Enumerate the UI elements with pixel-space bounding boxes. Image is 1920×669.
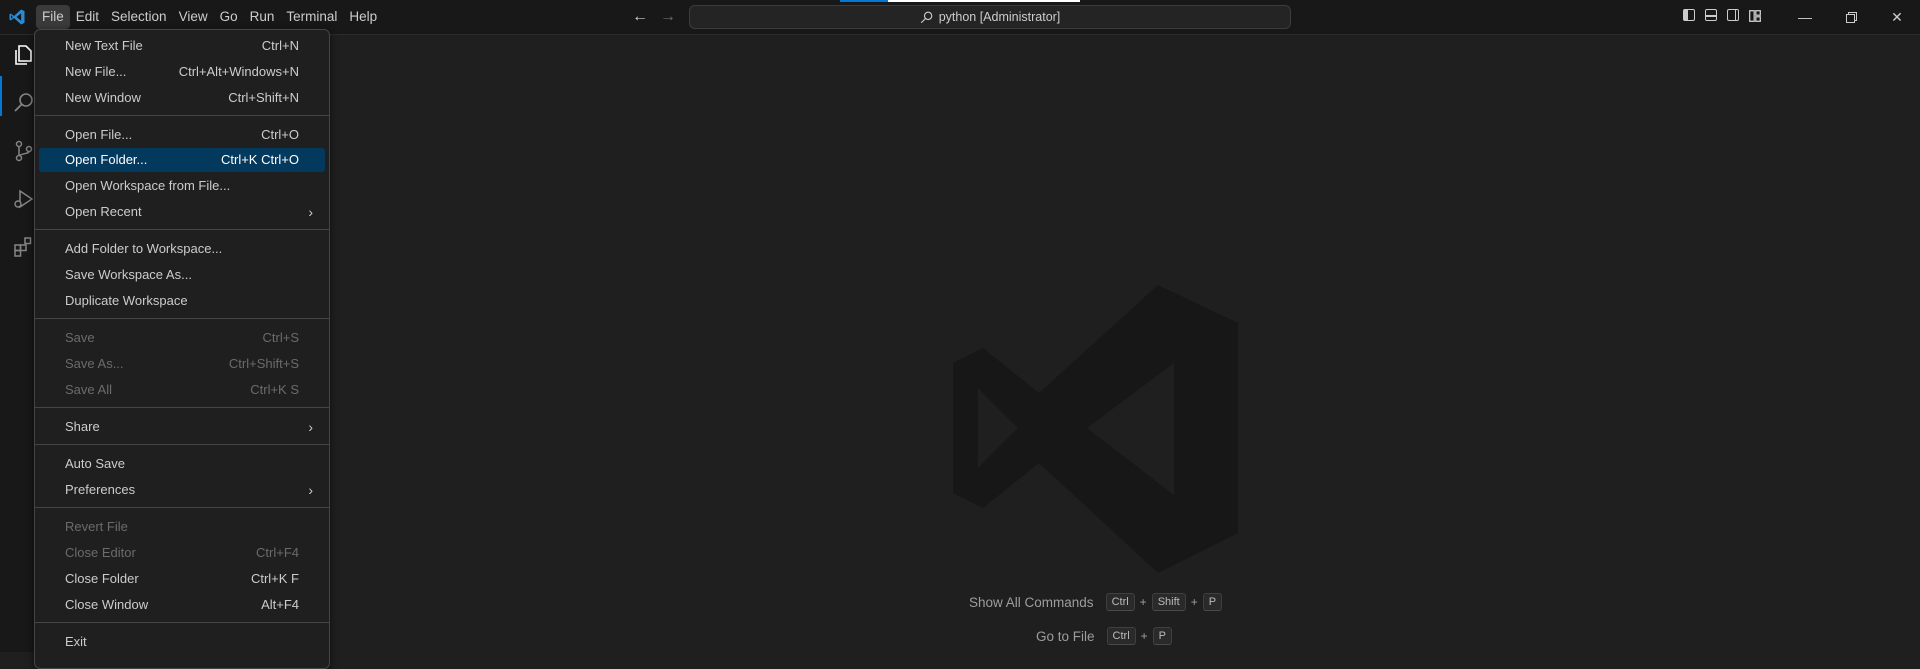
menu-item-duplicate-workspace[interactable]: Duplicate Workspace [39,289,325,313]
title-accent-stripe [840,0,888,2]
extensions-icon[interactable] [12,235,36,259]
vscode-logo-icon [9,9,25,25]
menu-go[interactable]: Go [214,5,244,29]
menu-help[interactable]: Help [343,5,383,29]
run-debug-icon[interactable] [12,187,36,211]
menu-bar: File Edit Selection View Go Run Terminal… [36,5,383,29]
menu-item-open-file[interactable]: Open File... Ctrl+O [39,123,325,147]
show-all-commands-hint: Show All Commands Ctrl + Shift + P [969,593,1223,611]
menu-item-close-folder[interactable]: Close Folder Ctrl+K F [39,567,325,591]
menu-run[interactable]: Run [244,5,281,29]
menu-item-open-recent[interactable]: Open Recent › [39,200,325,224]
menu-separator [35,407,329,408]
show-all-commands-label: Show All Commands [969,594,1094,610]
key-ctrl: Ctrl [1105,593,1135,611]
menu-item-new-file[interactable]: New File... Ctrl+Alt+Windows+N [39,60,325,84]
plus-sign: + [1190,595,1198,609]
key-p: P [1152,627,1172,645]
menu-terminal[interactable]: Terminal [280,5,343,29]
menu-item-revert-file[interactable]: Revert File [39,515,325,539]
key-shift: Shift [1151,593,1186,611]
menu-item-auto-save[interactable]: Auto Save [39,452,325,476]
go-to-file-label: Go to File [1036,628,1095,644]
menu-item-open-workspace-from-file[interactable]: Open Workspace from File... [39,174,325,198]
menu-item-save-all[interactable]: Save All Ctrl+K S [39,378,325,402]
vscode-watermark-logo-icon [953,285,1238,573]
restore-icon[interactable] [1828,0,1874,34]
file-menu-dropdown: New Text File Ctrl+N New File... Ctrl+Al… [34,29,330,669]
search-icon[interactable] [12,91,36,115]
menu-item-share[interactable]: Share › [39,415,325,439]
source-control-icon[interactable] [12,139,36,163]
menu-selection[interactable]: Selection [105,5,173,29]
menu-item-close-editor[interactable]: Close Editor Ctrl+F4 [39,541,325,565]
chevron-right-icon: › [308,482,313,498]
command-center-search[interactable]: python [Administrator] [689,5,1291,29]
menu-separator [35,115,329,116]
forward-arrow-icon[interactable]: → [660,8,676,26]
minimize-icon[interactable]: — [1782,0,1828,34]
menu-item-preferences[interactable]: Preferences › [39,478,325,502]
menu-item-open-folder[interactable]: Open Folder... Ctrl+K Ctrl+O [39,148,325,172]
menu-item-save[interactable]: Save Ctrl+S [39,326,325,350]
menu-item-save-workspace-as[interactable]: Save Workspace As... [39,263,325,287]
menu-separator [35,622,329,623]
title-light-stripe [888,0,1080,2]
customize-layout-icon[interactable] [1749,9,1761,22]
menu-file[interactable]: File [36,5,70,29]
key-ctrl: Ctrl [1106,627,1136,645]
menu-item-new-window[interactable]: New Window Ctrl+Shift+N [39,86,325,110]
chevron-right-icon: › [308,419,313,435]
menu-item-new-text-file[interactable]: New Text File Ctrl+N [39,34,325,58]
menu-item-close-window[interactable]: Close Window Alt+F4 [39,593,325,617]
go-to-file-hint: Go to File Ctrl + P [1036,627,1172,645]
toggle-panel-icon[interactable] [1705,9,1717,21]
menu-item-add-folder-to-workspace[interactable]: Add Folder to Workspace... [39,237,325,261]
search-text: python [Administrator] [938,10,1061,24]
plus-sign: + [1139,595,1147,609]
menu-separator [35,507,329,508]
explorer-icon[interactable] [12,43,36,67]
close-icon[interactable]: ✕ [1874,0,1920,34]
plus-sign: + [1140,629,1148,643]
toggle-secondary-sidebar-icon[interactable] [1727,9,1739,21]
activity-selection-indicator [0,76,2,116]
menu-view[interactable]: View [173,5,214,29]
back-arrow-icon[interactable]: ← [632,8,648,26]
toggle-primary-sidebar-icon[interactable] [1683,9,1695,21]
menu-separator [35,318,329,319]
layout-controls [1683,9,1761,22]
search-icon [920,11,933,23]
menu-separator [35,229,329,230]
chevron-right-icon: › [308,204,313,220]
menu-item-save-as[interactable]: Save As... Ctrl+Shift+S [39,352,325,376]
key-p: P [1202,593,1223,611]
menu-item-exit[interactable]: Exit [39,630,325,654]
menu-separator [35,444,329,445]
menu-edit[interactable]: Edit [70,5,105,29]
